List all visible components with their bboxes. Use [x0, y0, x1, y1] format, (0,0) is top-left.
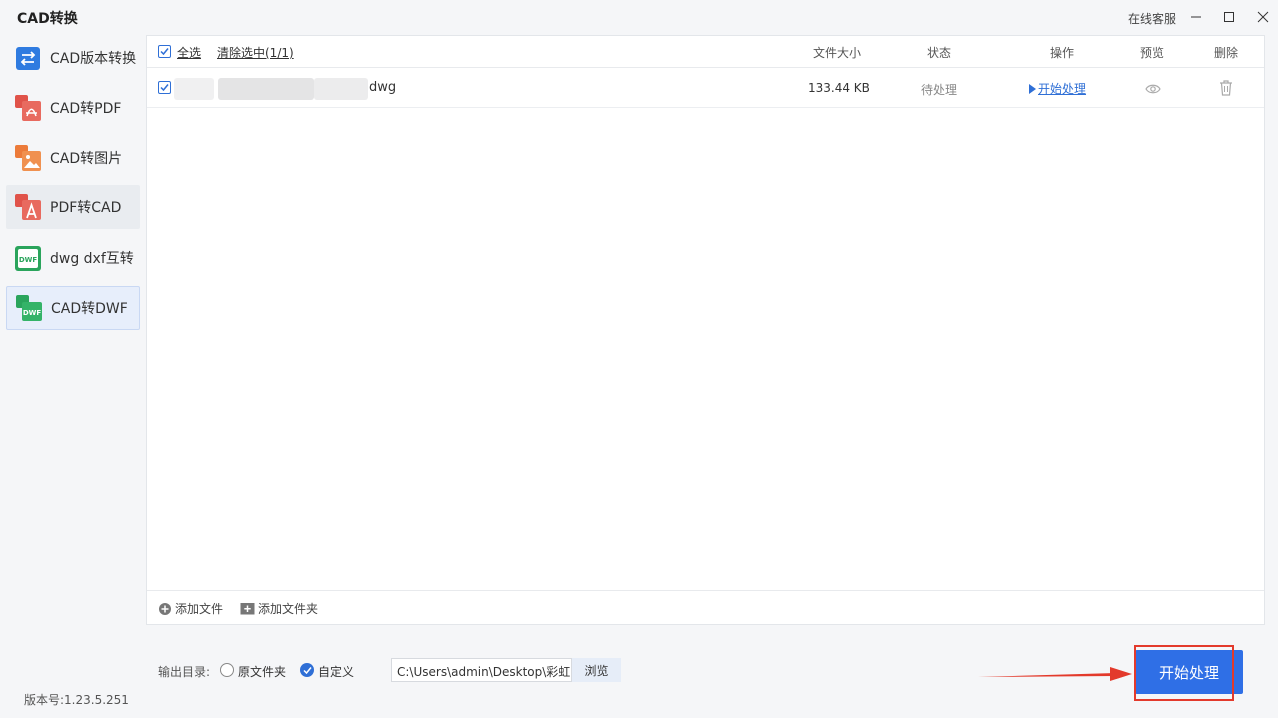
minimize-icon [1191, 16, 1201, 18]
add-folder-label: 添加文件夹 [258, 602, 319, 616]
row-start-label: 开始处理 [1038, 82, 1087, 96]
redacted-filename [174, 78, 214, 100]
row-checkbox[interactable] [158, 81, 171, 94]
browse-button[interactable]: 浏览 [572, 658, 621, 682]
add-file-label: 添加文件 [175, 602, 224, 616]
minimize-button[interactable] [1182, 4, 1210, 30]
checkmark-icon [160, 48, 169, 56]
radio-custom-label: 自定义 [318, 665, 355, 679]
sidebar-item-cad-to-pdf[interactable]: CAD转PDF [6, 86, 140, 130]
sidebar-item-label: CAD转PDF [50, 101, 122, 117]
clear-selection-link[interactable]: 清除选中(1/1) [217, 44, 294, 61]
redacted-filename [218, 78, 314, 100]
sidebar-item-label: PDF转CAD [50, 200, 122, 216]
dwf-file-icon: DWF [15, 294, 43, 322]
checkmark-icon [302, 666, 312, 674]
output-dir-label: 输出目录: [158, 665, 211, 679]
column-header-size: 文件大小 [813, 46, 862, 60]
file-size: 133.44 KB [808, 81, 870, 95]
maximize-icon [1224, 12, 1234, 22]
radio-original-folder-label: 原文件夹 [238, 665, 287, 679]
file-table-header [147, 36, 1264, 68]
column-header-preview: 预览 [1140, 46, 1165, 60]
column-header-delete: 删除 [1214, 46, 1239, 60]
file-name-suffix: dwg [369, 80, 397, 95]
svg-text:DWF: DWF [19, 256, 38, 264]
close-icon [1257, 11, 1269, 23]
red-arrow-annotation [978, 667, 1132, 681]
svg-text:DWF: DWF [23, 309, 42, 317]
pdf-file-icon [14, 94, 42, 122]
close-button[interactable] [1249, 4, 1277, 30]
sidebar-item-pdf-to-cad[interactable]: PDF转CAD [6, 185, 140, 229]
select-all-checkbox[interactable] [158, 45, 171, 58]
preview-button[interactable] [1145, 81, 1161, 100]
image-file-icon [14, 144, 42, 172]
sidebar-item-cad-to-dwf[interactable]: DWF CAD转DWF [6, 286, 140, 330]
trash-icon [1220, 80, 1232, 96]
version-label: 版本号:1.23.5.251 [24, 693, 129, 707]
sidebar-item-label: CAD转DWF [51, 301, 128, 317]
row-start-link[interactable]: 开始处理 [1028, 80, 1086, 97]
output-path-input[interactable]: C:\Users\admin\Desktop\彩虹 [391, 658, 572, 682]
add-file-button[interactable]: 添加文件 [158, 600, 223, 617]
swap-arrows-icon [14, 44, 42, 72]
add-folder-button[interactable]: 添加文件夹 [240, 600, 318, 617]
start-processing-button[interactable]: 开始处理 [1135, 650, 1243, 694]
sidebar-item-label: dwg dxf互转 [50, 251, 134, 267]
select-all-link[interactable]: 全选 [177, 44, 201, 61]
plus-circle-icon [159, 602, 171, 615]
file-list-panel [146, 35, 1265, 625]
sidebar-item-label: CAD转图片 [50, 151, 123, 167]
title-bar: CAD转换 在线客服 [0, 0, 1278, 36]
radio-custom[interactable] [300, 663, 314, 677]
maximize-button[interactable] [1215, 4, 1243, 30]
delete-button[interactable] [1219, 80, 1233, 100]
column-header-action: 操作 [1050, 46, 1075, 60]
online-support-link[interactable]: 在线客服 [1128, 10, 1176, 27]
checkmark-icon [160, 84, 169, 92]
sidebar-item-cad-version[interactable]: CAD版本转换 [6, 36, 140, 80]
sidebar-item-dwg-dxf[interactable]: DWF dwg dxf互转 [6, 236, 140, 280]
sidebar-item-label: CAD版本转换 [50, 51, 137, 67]
eye-icon [1145, 84, 1161, 94]
play-icon [1029, 83, 1036, 94]
app-title: CAD转换 [17, 11, 78, 27]
add-folder-icon [240, 603, 255, 615]
dwg-file-icon: DWF [14, 244, 42, 272]
radio-original-folder[interactable] [220, 663, 234, 677]
redacted-filename [314, 78, 368, 100]
file-status: 待处理 [921, 83, 958, 97]
sidebar-item-cad-to-image[interactable]: CAD转图片 [6, 136, 140, 180]
pdf-to-cad-icon [14, 193, 42, 221]
column-header-status: 状态 [927, 46, 952, 60]
